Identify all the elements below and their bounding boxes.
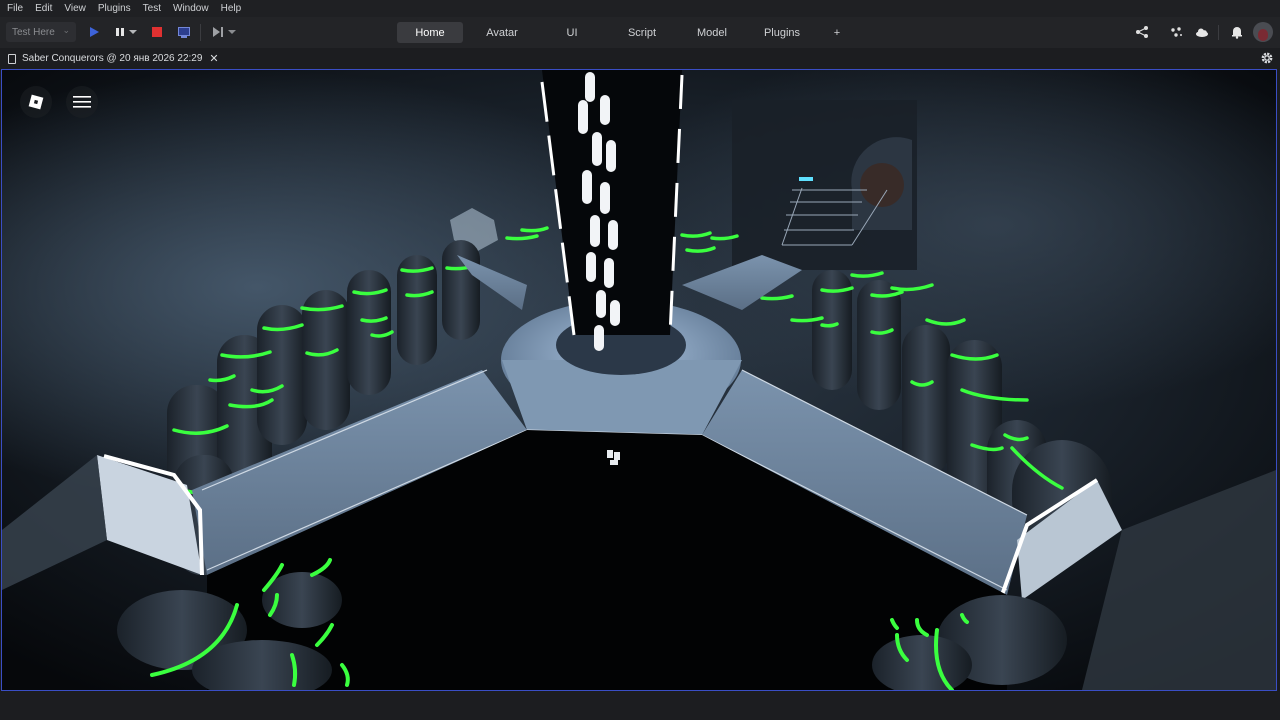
document-tab-title: Saber Conquerors @ 20 янв 2026 22:29 (22, 53, 203, 64)
roblox-logo-icon[interactable] (20, 86, 52, 118)
stop-icon[interactable] (149, 24, 165, 40)
document-tab[interactable]: Saber Conquerors @ 20 янв 2026 22:29 ✕ (8, 50, 219, 67)
chevron-down-icon: ⌄ (62, 25, 70, 35)
screen-icon[interactable] (176, 24, 192, 40)
avatar[interactable] (1253, 22, 1273, 42)
step-icon[interactable] (210, 24, 226, 40)
tab-plugins[interactable]: Plugins (747, 22, 817, 43)
pause-icon[interactable] (112, 24, 128, 40)
test-mode-value: Test Here (12, 26, 55, 38)
tab-script[interactable]: Script (607, 22, 677, 43)
game-scene (2, 70, 1276, 690)
menu-file[interactable]: File (0, 3, 28, 14)
test-mode-select[interactable]: Test Here ⌄ (6, 22, 76, 42)
tab-model[interactable]: Model (677, 22, 747, 43)
collaborators-icon[interactable] (1169, 25, 1183, 39)
menu-window[interactable]: Window (166, 3, 214, 14)
tab-avatar[interactable]: Avatar (467, 22, 537, 43)
play-icon[interactable] (86, 24, 102, 40)
tab-home[interactable]: Home (397, 22, 463, 43)
menu-edit[interactable]: Edit (28, 3, 57, 14)
ribbon-tabs: Home Avatar UI Script Model Plugins + (397, 22, 857, 43)
menu-test[interactable]: Test (136, 3, 166, 14)
menu-help[interactable]: Help (214, 3, 247, 14)
cloud-icon[interactable] (1195, 25, 1209, 39)
document-tab-bar: Saber Conquerors @ 20 янв 2026 22:29 ✕ (0, 48, 1280, 69)
game-viewport[interactable] (1, 69, 1277, 691)
bell-icon[interactable] (1230, 25, 1244, 39)
close-icon[interactable]: ✕ (209, 52, 218, 65)
status-strip (0, 692, 1280, 720)
menu-bar: File Edit View Plugins Test Window Help (0, 0, 1280, 17)
add-tab-button[interactable]: + (817, 22, 857, 43)
pause-options-chevron-icon[interactable] (128, 24, 138, 40)
gear-icon[interactable] (1260, 51, 1274, 65)
hamburger-menu-icon[interactable] (66, 86, 98, 118)
share-icon[interactable] (1135, 25, 1149, 39)
tab-ui[interactable]: UI (537, 22, 607, 43)
menu-plugins[interactable]: Plugins (91, 3, 136, 14)
step-options-chevron-icon[interactable] (227, 24, 237, 40)
file-icon (8, 53, 16, 64)
toolbar: Test Here ⌄ Home Avatar UI Script Model … (0, 17, 1280, 48)
menu-view[interactable]: View (57, 3, 91, 14)
